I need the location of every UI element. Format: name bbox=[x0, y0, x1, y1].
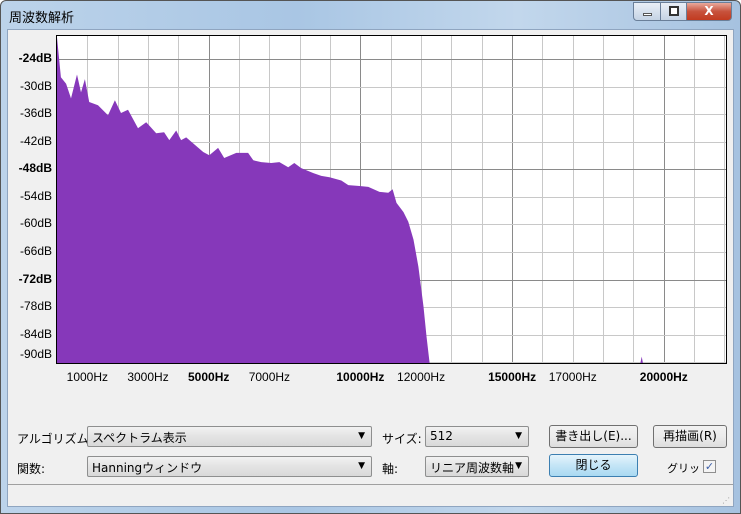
close-button[interactable]: 閉じる bbox=[549, 454, 638, 477]
minimize-icon bbox=[643, 13, 652, 16]
algorithm-select[interactable]: スペクトラム表示 ▼ bbox=[87, 426, 372, 447]
replot-button[interactable]: 再描画(R) bbox=[653, 425, 727, 448]
x-tick-label: 20000Hz bbox=[639, 370, 688, 384]
algorithm-label: アルゴリズム: bbox=[17, 432, 93, 446]
function-value: Hanningウィンドウ bbox=[92, 461, 203, 475]
x-tick-label: 17000Hz bbox=[548, 370, 597, 384]
close-icon: X bbox=[704, 4, 714, 18]
dropdown-arrow-icon: ▼ bbox=[515, 461, 522, 471]
maximize-icon bbox=[669, 6, 679, 16]
export-button[interactable]: 書き出し(E)... bbox=[549, 425, 638, 448]
resize-grip-icon[interactable]: ⋰ bbox=[722, 496, 730, 505]
axis-select[interactable]: リニア周波数軸 ▼ bbox=[425, 456, 529, 477]
x-tick-label: 7000Hz bbox=[248, 370, 291, 384]
y-tick-label: -30dB bbox=[19, 78, 52, 93]
size-value: 512 bbox=[430, 429, 453, 443]
size-select[interactable]: 512 ▼ bbox=[425, 426, 529, 447]
x-tick-label: 12000Hz bbox=[397, 370, 446, 384]
algorithm-value: スペクトラム表示 bbox=[92, 431, 187, 445]
y-tick-label: -72dB bbox=[18, 271, 52, 286]
y-tick-label: -24dB bbox=[18, 51, 52, 66]
x-tick-label: 10000Hz bbox=[336, 370, 385, 384]
maximize-button[interactable] bbox=[660, 2, 687, 21]
y-tick-label: -66dB bbox=[19, 244, 52, 258]
y-tick-label: -48dB bbox=[18, 161, 52, 176]
series-spike bbox=[640, 356, 643, 363]
y-tick-label: -84dB bbox=[19, 326, 52, 341]
checkmark-icon: ✓ bbox=[704, 460, 715, 473]
size-label: サイズ: bbox=[382, 432, 422, 446]
dropdown-arrow-icon: ▼ bbox=[515, 431, 522, 441]
function-label: 関数: bbox=[17, 462, 46, 476]
spectrum-plot bbox=[56, 35, 727, 364]
series-spectrum bbox=[57, 37, 430, 364]
y-tick-label: -54dB bbox=[19, 188, 52, 203]
x-tick-label: 3000Hz bbox=[127, 370, 169, 384]
x-tick-label: 5000Hz bbox=[188, 370, 230, 384]
axis-value: リニア周波数軸 bbox=[430, 461, 515, 475]
function-select[interactable]: Hanningウィンドウ ▼ bbox=[87, 456, 372, 477]
y-tick-label: -90dB bbox=[19, 347, 52, 362]
dropdown-arrow-icon: ▼ bbox=[358, 461, 365, 471]
dropdown-arrow-icon: ▼ bbox=[358, 431, 365, 441]
minimize-button[interactable] bbox=[633, 2, 661, 21]
window-title: 周波数解析 bbox=[9, 11, 75, 26]
y-tick-label: -42dB bbox=[19, 133, 52, 148]
y-tick-label: -36dB bbox=[19, 106, 52, 121]
close-window-button[interactable]: X bbox=[686, 2, 732, 21]
grid-checkbox[interactable]: ✓ bbox=[703, 460, 716, 473]
x-tick-label: 15000Hz bbox=[488, 370, 537, 384]
x-tick-label: 1000Hz bbox=[66, 370, 109, 384]
spectrum-svg bbox=[57, 36, 726, 364]
axis-label: 軸: bbox=[382, 462, 399, 476]
status-bar: ⋰ bbox=[8, 484, 733, 506]
y-tick-label: -60dB bbox=[19, 216, 52, 231]
y-tick-label: -78dB bbox=[19, 299, 52, 314]
